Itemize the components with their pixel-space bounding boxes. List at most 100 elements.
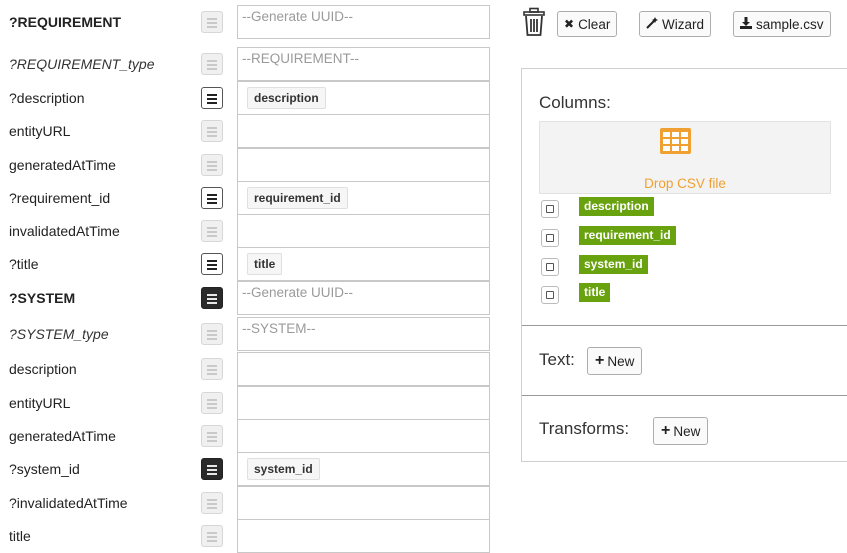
mapping-row: ?invalidatedAtTime xyxy=(0,486,490,520)
list-toggle-icon[interactable] xyxy=(201,187,223,209)
property-label: generatedAtTime xyxy=(9,427,116,444)
mapping-drop-cell[interactable]: --Generate UUID-- xyxy=(237,281,490,315)
mapping-row: generatedAtTime xyxy=(0,419,490,453)
mapping-drop-cell[interactable]: requirement_id xyxy=(237,181,490,215)
property-label: generatedAtTime xyxy=(9,156,116,173)
property-label: ?SYSTEM_type xyxy=(9,325,109,342)
list-toggle-icon[interactable] xyxy=(201,425,223,447)
column-tag[interactable]: requirement_id xyxy=(579,226,676,245)
list-toggle-icon[interactable] xyxy=(201,120,223,142)
mapping-row: ?REQUIREMENT_type --REQUIREMENT-- xyxy=(0,47,490,81)
mapping-drop-cell[interactable]: --Generate UUID-- xyxy=(237,5,490,39)
mapping-drop-cell[interactable] xyxy=(237,214,490,248)
clear-button[interactable]: ✖ Clear xyxy=(557,11,618,37)
list-toggle-icon[interactable] xyxy=(201,154,223,176)
mapping-row: ?title title xyxy=(0,247,490,281)
mapping-drop-cell[interactable]: title xyxy=(237,247,490,281)
property-label: ?REQUIREMENT_type xyxy=(9,55,155,72)
cell-placeholder: --Generate UUID-- xyxy=(242,285,354,300)
column-tag[interactable]: description xyxy=(579,197,654,216)
sample-csv-label: sample.csv xyxy=(756,16,824,32)
new-transform-label: New xyxy=(673,423,701,439)
mapping-row: generatedAtTime xyxy=(0,148,490,182)
column-tag[interactable]: title xyxy=(579,283,611,302)
mapping-drop-cell[interactable] xyxy=(237,148,490,182)
trash-icon[interactable] xyxy=(522,7,546,37)
list-toggle-icon[interactable] xyxy=(201,323,223,345)
list-toggle-icon[interactable] xyxy=(201,392,223,414)
mapping-row: ?system_id system_id xyxy=(0,452,490,486)
mapping-drop-cell[interactable]: --SYSTEM-- xyxy=(237,317,490,351)
magic-wand-icon xyxy=(646,16,658,32)
mapping-drop-cell[interactable] xyxy=(237,386,490,420)
text-title: Text: xyxy=(539,350,575,369)
transforms-title: Transforms: xyxy=(539,419,630,438)
plus-icon: + xyxy=(595,352,605,369)
mapping-row: description xyxy=(0,352,490,386)
clear-button-label: Clear xyxy=(578,16,611,32)
property-label: ?invalidatedAtTime xyxy=(9,494,128,511)
divider xyxy=(522,395,847,396)
list-toggle-icon[interactable] xyxy=(201,53,223,75)
cell-placeholder: --Generate UUID-- xyxy=(242,9,354,24)
mapping-drop-cell[interactable] xyxy=(237,486,490,520)
mapping-row: ?description description xyxy=(0,81,490,115)
table-icon xyxy=(660,128,691,154)
download-icon xyxy=(740,16,752,32)
close-icon: ✖ xyxy=(564,17,575,31)
new-transform-button[interactable]: + New xyxy=(653,417,709,445)
mapping-drop-cell[interactable]: system_id xyxy=(237,452,490,486)
property-label: description xyxy=(9,360,77,377)
mapping-drop-cell[interactable] xyxy=(237,114,490,148)
mapping-row: ?requirement_id requirement_id xyxy=(0,181,490,215)
divider xyxy=(522,325,847,326)
mapping-drop-cell[interactable] xyxy=(237,419,490,453)
mapped-column-chip[interactable]: description xyxy=(247,87,326,109)
drop-csv-label: Drop CSV file xyxy=(644,176,726,191)
new-text-button[interactable]: + New xyxy=(587,347,643,375)
cell-placeholder: --REQUIREMENT-- xyxy=(242,51,359,66)
list-toggle-icon[interactable] xyxy=(201,253,223,275)
mapping-drop-cell[interactable] xyxy=(237,352,490,386)
column-checkbox[interactable] xyxy=(541,200,559,218)
list-toggle-icon[interactable] xyxy=(201,11,223,33)
wizard-button[interactable]: Wizard xyxy=(639,11,712,37)
property-label: ?title xyxy=(9,255,39,272)
mapping-row: ?REQUIREMENT --Generate UUID-- xyxy=(0,5,490,39)
list-toggle-icon[interactable] xyxy=(201,525,223,547)
mapped-column-chip[interactable]: title xyxy=(247,253,283,275)
mapping-row: ?SYSTEM --Generate UUID-- xyxy=(0,281,490,315)
property-label: invalidatedAtTime xyxy=(9,222,120,239)
column-checkbox[interactable] xyxy=(541,258,559,276)
sample-csv-button[interactable]: sample.csv xyxy=(733,11,831,37)
cell-placeholder: --SYSTEM-- xyxy=(242,321,316,336)
mapping-row: ?SYSTEM_type --SYSTEM-- xyxy=(0,317,490,351)
mapped-column-chip[interactable]: system_id xyxy=(247,458,320,480)
column-checkbox[interactable] xyxy=(541,286,559,304)
property-label: ?SYSTEM xyxy=(9,289,76,306)
property-label: ?system_id xyxy=(9,460,80,477)
mapping-drop-cell[interactable]: --REQUIREMENT-- xyxy=(237,47,490,81)
csv-panel: Columns: Drop CSV file description requir… xyxy=(521,68,847,462)
list-toggle-icon[interactable] xyxy=(201,492,223,514)
property-label: ?requirement_id xyxy=(9,189,111,206)
column-tag[interactable]: system_id xyxy=(579,255,648,274)
property-label: entityURL xyxy=(9,122,71,139)
list-toggle-icon[interactable] xyxy=(201,287,223,309)
list-toggle-icon[interactable] xyxy=(201,220,223,242)
csv-drop-zone[interactable]: Drop CSV file xyxy=(539,121,831,194)
plus-icon: + xyxy=(661,422,671,439)
column-checkbox[interactable] xyxy=(541,229,559,247)
property-label: entityURL xyxy=(9,394,71,411)
list-toggle-icon[interactable] xyxy=(201,358,223,380)
property-label: title xyxy=(9,527,31,544)
mapping-row: entityURL xyxy=(0,386,490,420)
mapping-row: invalidatedAtTime xyxy=(0,214,490,248)
list-toggle-icon[interactable] xyxy=(201,87,223,109)
mapped-column-chip[interactable]: requirement_id xyxy=(247,187,348,209)
list-toggle-icon[interactable] xyxy=(201,458,223,480)
property-label: ?description xyxy=(9,89,85,106)
mapping-drop-cell[interactable]: description xyxy=(237,81,490,115)
wizard-button-label: Wizard xyxy=(662,16,705,32)
mapping-row: entityURL xyxy=(0,114,490,148)
